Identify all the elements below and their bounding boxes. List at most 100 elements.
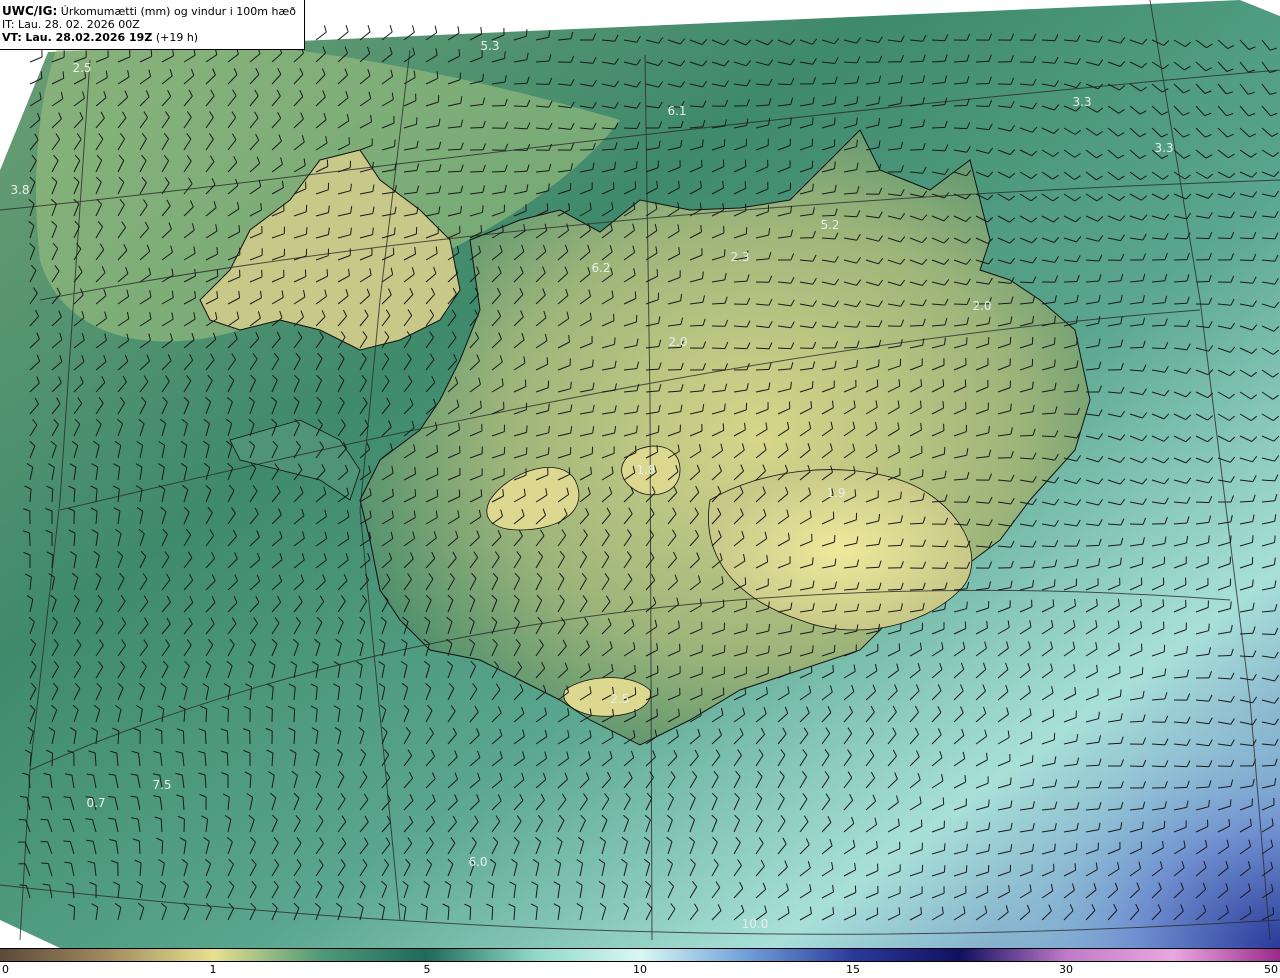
- wind-barb-feather: [723, 645, 726, 653]
- wind-barb-feather: [634, 291, 637, 299]
- wind-barb: [1173, 786, 1188, 789]
- wind-barb-feather: [634, 709, 636, 717]
- wind-barb: [1195, 765, 1210, 768]
- wind-barb-feather: [1228, 819, 1231, 827]
- wind-barb-feather: [966, 821, 968, 829]
- wind-barb-feather: [943, 865, 946, 873]
- wind-barb-feather: [1230, 535, 1232, 543]
- wind-barb-feather: [678, 247, 680, 255]
- wind-barb-feather: [525, 29, 528, 37]
- wind-barb: [1019, 281, 1034, 284]
- wind-barb-feather: [436, 489, 439, 497]
- wind-barb-feather: [1053, 579, 1056, 587]
- wind-barb-feather: [656, 708, 658, 717]
- wind-barb: [1129, 346, 1144, 349]
- wind-barb-feather: [656, 445, 659, 453]
- wind-barb-feather: [635, 161, 638, 169]
- wind-barb-feather: [394, 139, 396, 147]
- wind-barb: [755, 368, 770, 371]
- wind-barb: [865, 588, 880, 591]
- wind-barb-feather: [40, 71, 43, 79]
- wind-barb: [1107, 742, 1122, 745]
- lead-time: (+19 h): [155, 31, 199, 44]
- wind-barb-feather: [1208, 623, 1210, 631]
- wind-barb-feather: [323, 25, 327, 33]
- wind-barb: [953, 104, 968, 107]
- wind-barb: [975, 60, 990, 63]
- wind-barb: [29, 532, 31, 547]
- wind-barb-feather: [394, 227, 396, 235]
- wind-barb: [138, 840, 141, 855]
- map-area[interactable]: 5.3 6.1 3.3 3.3 3.8 2.5 5.2 6.2 2.3 2.0 2.0 1.8 1.9 2…: [0, 0, 1280, 948]
- wind-barb: [469, 171, 484, 173]
- wind-barb-feather: [834, 117, 836, 125]
- wind-barb: [777, 347, 792, 350]
- wind-barb-feather: [502, 489, 504, 497]
- wind-barb-feather: [1010, 403, 1012, 411]
- wind-barb: [1195, 281, 1210, 283]
- wind-barb: [1041, 545, 1056, 548]
- wind-barb-feather: [722, 423, 725, 431]
- wind-barb-feather: [526, 425, 528, 433]
- title-line-3: VT: Lau. 28.02.2026 19Z (+19 h): [2, 31, 304, 44]
- wind-barb-feather: [436, 71, 439, 79]
- wind-barb-feather: [744, 181, 747, 189]
- wind-barb-feather: [480, 27, 483, 35]
- wind-barb-feather: [548, 183, 550, 191]
- wind-barb-feather: [1032, 381, 1034, 389]
- contour-value-label: 5.2: [820, 218, 839, 232]
- title-line-1: UWC/IG: Úrkomumætti (mm) og vindur i 100…: [2, 5, 304, 19]
- wind-barb-feather: [1052, 599, 1055, 607]
- wind-barb-feather: [702, 139, 704, 147]
- wind-barb-feather: [854, 489, 857, 497]
- wind-barb-feather: [570, 381, 572, 389]
- wind-barb-feather: [216, 269, 219, 277]
- wind-barb-feather: [412, 25, 415, 33]
- wind-barb: [1129, 765, 1144, 767]
- wind-barb: [161, 840, 164, 855]
- wind-barb-feather: [723, 249, 726, 257]
- wind-barb-feather: [744, 687, 747, 695]
- wind-barb-feather: [1010, 777, 1012, 785]
- wind-barb-feather: [768, 645, 770, 653]
- colorbar-tick-label: 5: [423, 963, 431, 976]
- wind-barb-feather: [326, 159, 329, 167]
- wind-barb-feather: [920, 379, 923, 387]
- wind-barb: [491, 906, 494, 921]
- wind-barb: [447, 170, 462, 173]
- wind-barb-feather: [854, 885, 857, 893]
- wind-barb: [1195, 501, 1210, 504]
- wind-barb: [204, 730, 207, 745]
- wind-barb-feather: [964, 379, 967, 387]
- contour-value-label: 6.1: [667, 104, 686, 118]
- wind-barb-feather: [1140, 841, 1143, 849]
- wind-barb-feather: [238, 225, 241, 233]
- wind-barb: [1261, 633, 1276, 635]
- wind-barb-feather: [414, 489, 417, 497]
- wind-barb-feather: [1120, 689, 1122, 697]
- wind-barb: [1217, 655, 1232, 657]
- wind-barb: [315, 31, 327, 41]
- wind-barb: [73, 906, 75, 921]
- wind-barb-feather: [1229, 799, 1232, 807]
- wind-barb: [226, 730, 229, 745]
- wind-barb: [667, 126, 682, 129]
- wind-barb: [51, 752, 53, 767]
- wind-barb-feather: [811, 381, 814, 389]
- wind-barb-feather: [1053, 337, 1056, 345]
- colorbar-tick-label: 0: [2, 963, 9, 976]
- wind-barb-feather: [944, 843, 946, 851]
- wind-barb-feather: [458, 489, 461, 497]
- wind-barb: [1195, 237, 1210, 240]
- wind-barb-feather: [345, 25, 349, 33]
- wind-barb-feather: [1031, 755, 1034, 763]
- wind-barb-feather: [458, 49, 461, 57]
- wind-barb-feather: [744, 577, 747, 585]
- contour-value-label: 2.0: [972, 299, 991, 313]
- wind-barb: [1173, 302, 1188, 305]
- wind-barb: [513, 105, 528, 107]
- wind-barb-feather: [898, 907, 901, 915]
- wind-barb-feather: [876, 907, 879, 915]
- wind-barb: [953, 303, 968, 305]
- wind-barb-feather: [832, 665, 834, 673]
